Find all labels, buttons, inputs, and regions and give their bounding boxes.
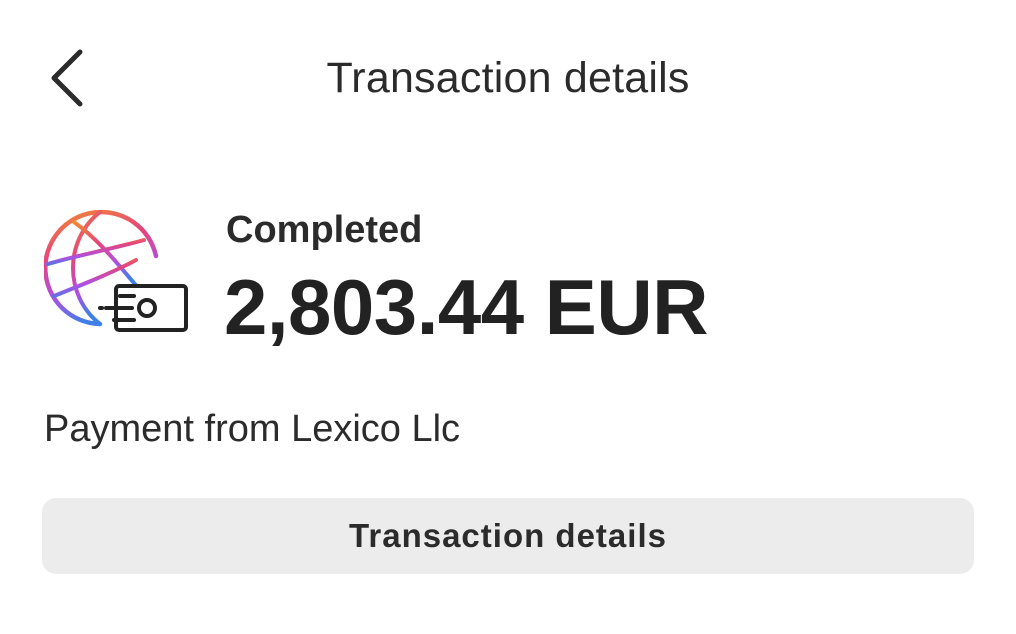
transaction-description: Payment from Lexico Llc — [44, 408, 461, 450]
header: Transaction details — [0, 0, 1016, 150]
globe-money-transfer-icon — [44, 210, 188, 332]
status-label: Completed — [226, 209, 423, 251]
transaction-details-button[interactable]: Transaction details — [42, 498, 974, 574]
transaction-summary: Completed 2,803.44 EUR — [44, 206, 974, 356]
page-title: Transaction details — [326, 54, 690, 102]
amount-value: 2,803.44 EUR — [224, 263, 708, 351]
